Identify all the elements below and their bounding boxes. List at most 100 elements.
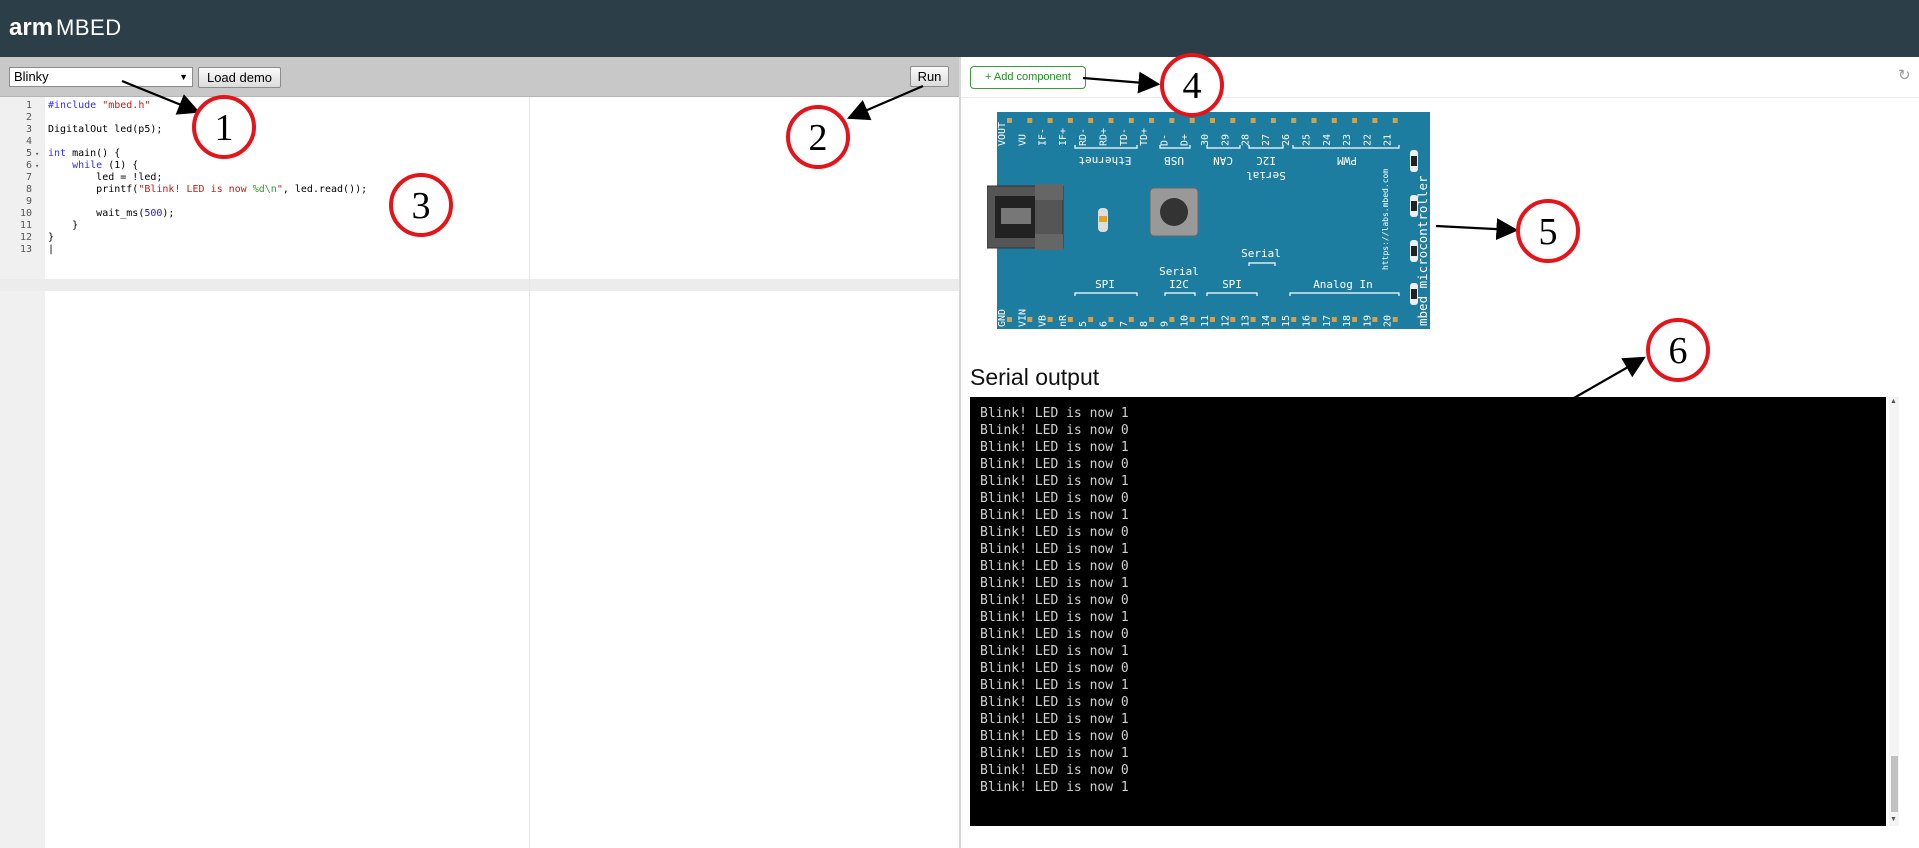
pin-pad [1311, 118, 1317, 123]
pin-pad [1149, 118, 1155, 123]
pin-pad [1088, 118, 1094, 123]
pin-label: 21 [1383, 134, 1394, 146]
scroll-up-icon[interactable]: ▲ [1890, 398, 1897, 405]
pin-label: 28 [1241, 134, 1252, 146]
pin-label: VOUT [997, 122, 1008, 146]
pin-label: RD- [1078, 128, 1089, 146]
pin-pad [1250, 118, 1256, 123]
pin-pad [1210, 317, 1215, 322]
pin-pad [1108, 118, 1114, 123]
refresh-icon[interactable]: ↻ [1898, 66, 1911, 84]
code-line[interactable]: 8 printf("Blink! LED is now %d\n", led.r… [0, 184, 959, 196]
pin-pad [1331, 317, 1337, 322]
pin-pad [1169, 118, 1175, 123]
demo-select[interactable]: Blinky ▼ [9, 67, 193, 87]
code-token: "Blink! LED is now [138, 184, 253, 195]
line-number: 2 [25, 112, 32, 123]
pin-label: 7 [1119, 321, 1130, 327]
serial-output-line: Blink! LED is now 0 [980, 695, 1129, 710]
group-label-pwm: PWM [1337, 154, 1357, 167]
group-label-serial-top: Serial [1246, 169, 1286, 182]
group-label-ethernet: Ethernet [1079, 154, 1132, 167]
pin-label: GND [997, 309, 1008, 327]
board-name: mbed microcontroller [1415, 175, 1430, 326]
code-line[interactable]: 12 } [0, 232, 959, 244]
pin-pad [1392, 118, 1398, 123]
jack-clip [1035, 234, 1063, 250]
editor-toolbar: Blinky ▼ Load demo Run [0, 57, 959, 97]
code-line[interactable]: 13 | [0, 244, 959, 256]
pin-label: IF- [1038, 128, 1049, 146]
pin-pad [1067, 317, 1073, 322]
code-token: %d\n [252, 184, 277, 195]
pin-pad [1372, 118, 1378, 123]
mbed-board[interactable]: VOUT VU IF- IF+ RD- RD+ TD- TD+ D- D+ 30 29 28 27 26 25… [986, 112, 1430, 329]
code-editor[interactable]: 1 #include "mbed.h" 2 3 DigitalOut led(p… [0, 97, 959, 848]
serial-scrollbar[interactable]: ▲ ▼ [1889, 397, 1899, 826]
pin-label: 20 [1383, 315, 1394, 327]
pin-label: 24 [1322, 134, 1333, 146]
serial-output-line: Blink! LED is now 0 [980, 525, 1129, 540]
pin-pad [1270, 317, 1276, 322]
pin-label: 15 [1281, 315, 1292, 327]
group-label-i2c: I2C [1256, 154, 1276, 167]
pin-pad [1331, 118, 1337, 123]
code-text: led = !led; [48, 172, 162, 184]
pin-label: 12 [1220, 315, 1231, 327]
pin-pad [1189, 317, 1195, 322]
line-number: 6 [25, 160, 32, 171]
add-component-button[interactable]: + Add component [970, 66, 1086, 89]
code-line[interactable]: 6 ▾ while (1) { [0, 160, 959, 172]
pin-pad [1047, 118, 1053, 123]
serial-output-console[interactable]: Blink! LED is now 1 Blink! LED is now 0 Bl… [970, 397, 1886, 826]
arm-mbed-logo[interactable]: arm MBED [9, 13, 122, 43]
scroll-thumb[interactable] [1891, 756, 1898, 812]
pin-pad [1352, 118, 1358, 123]
group-label-serial-1: Serial [1159, 265, 1199, 278]
line-number: 8 [25, 184, 32, 195]
line-number: 3 [25, 124, 32, 135]
line-number: 11 [19, 220, 32, 231]
line-number: 13 [19, 244, 32, 255]
pin-label: IF+ [1058, 128, 1069, 146]
pin-label: 9 [1159, 321, 1170, 327]
fold-toggle-icon[interactable]: ▾ [35, 160, 39, 172]
pin-label: TD+ [1139, 128, 1150, 146]
line-number: 7 [25, 172, 32, 183]
load-demo-button[interactable]: Load demo [198, 67, 281, 88]
code-line[interactable]: 7 led = !led; [0, 172, 959, 184]
code-line[interactable]: 1 #include "mbed.h" [0, 100, 959, 112]
code-line[interactable]: 2 [0, 112, 959, 124]
board-url: https://labs.mbed.com [1381, 169, 1390, 270]
code-text: #include "mbed.h" [48, 100, 150, 112]
pin-label: VU [1017, 134, 1028, 146]
code-line[interactable]: 10 wait_ms(500); [0, 208, 959, 220]
scroll-down-icon[interactable]: ▼ [1890, 816, 1897, 823]
code-token: 500 [144, 208, 163, 219]
code-line[interactable]: 11 } [0, 220, 959, 232]
code-line[interactable]: 9 [0, 196, 959, 208]
pin-pad [1007, 317, 1012, 322]
code-text: while (1) { [48, 160, 138, 172]
code-line[interactable]: 4 [0, 136, 959, 148]
line-number: 10 [19, 208, 32, 219]
code-line[interactable]: 5 ▾ int main() { [0, 148, 959, 160]
code-token: , led.read()); [282, 184, 368, 195]
serial-output-line: Blink! LED is now 0 [980, 457, 1129, 472]
code-line[interactable]: 3 DigitalOut led(p5); [0, 124, 959, 136]
run-button[interactable]: Run [910, 66, 949, 87]
code-token: led = !led; [96, 172, 163, 183]
pin-label: 14 [1261, 315, 1272, 327]
code-text: wait_ms(500); [48, 208, 174, 220]
serial-output-line: Blink! LED is now 0 [980, 423, 1129, 438]
serial-output-line: Blink! LED is now 1 [980, 406, 1129, 421]
pin-pad [1047, 317, 1053, 322]
serial-output-line: Blink! LED is now 1 [980, 474, 1129, 489]
code-token: #include [48, 100, 97, 111]
fold-toggle-icon[interactable]: ▾ [35, 148, 39, 160]
simulator-pane: + Add component ↻ VOUT VU IF- IF+ RD- RD… [961, 57, 1919, 848]
code-token: main() { [66, 148, 121, 159]
line-number: 4 [25, 136, 32, 147]
pin-label: 27 [1261, 134, 1272, 146]
serial-output-title: Serial output [970, 364, 1100, 390]
